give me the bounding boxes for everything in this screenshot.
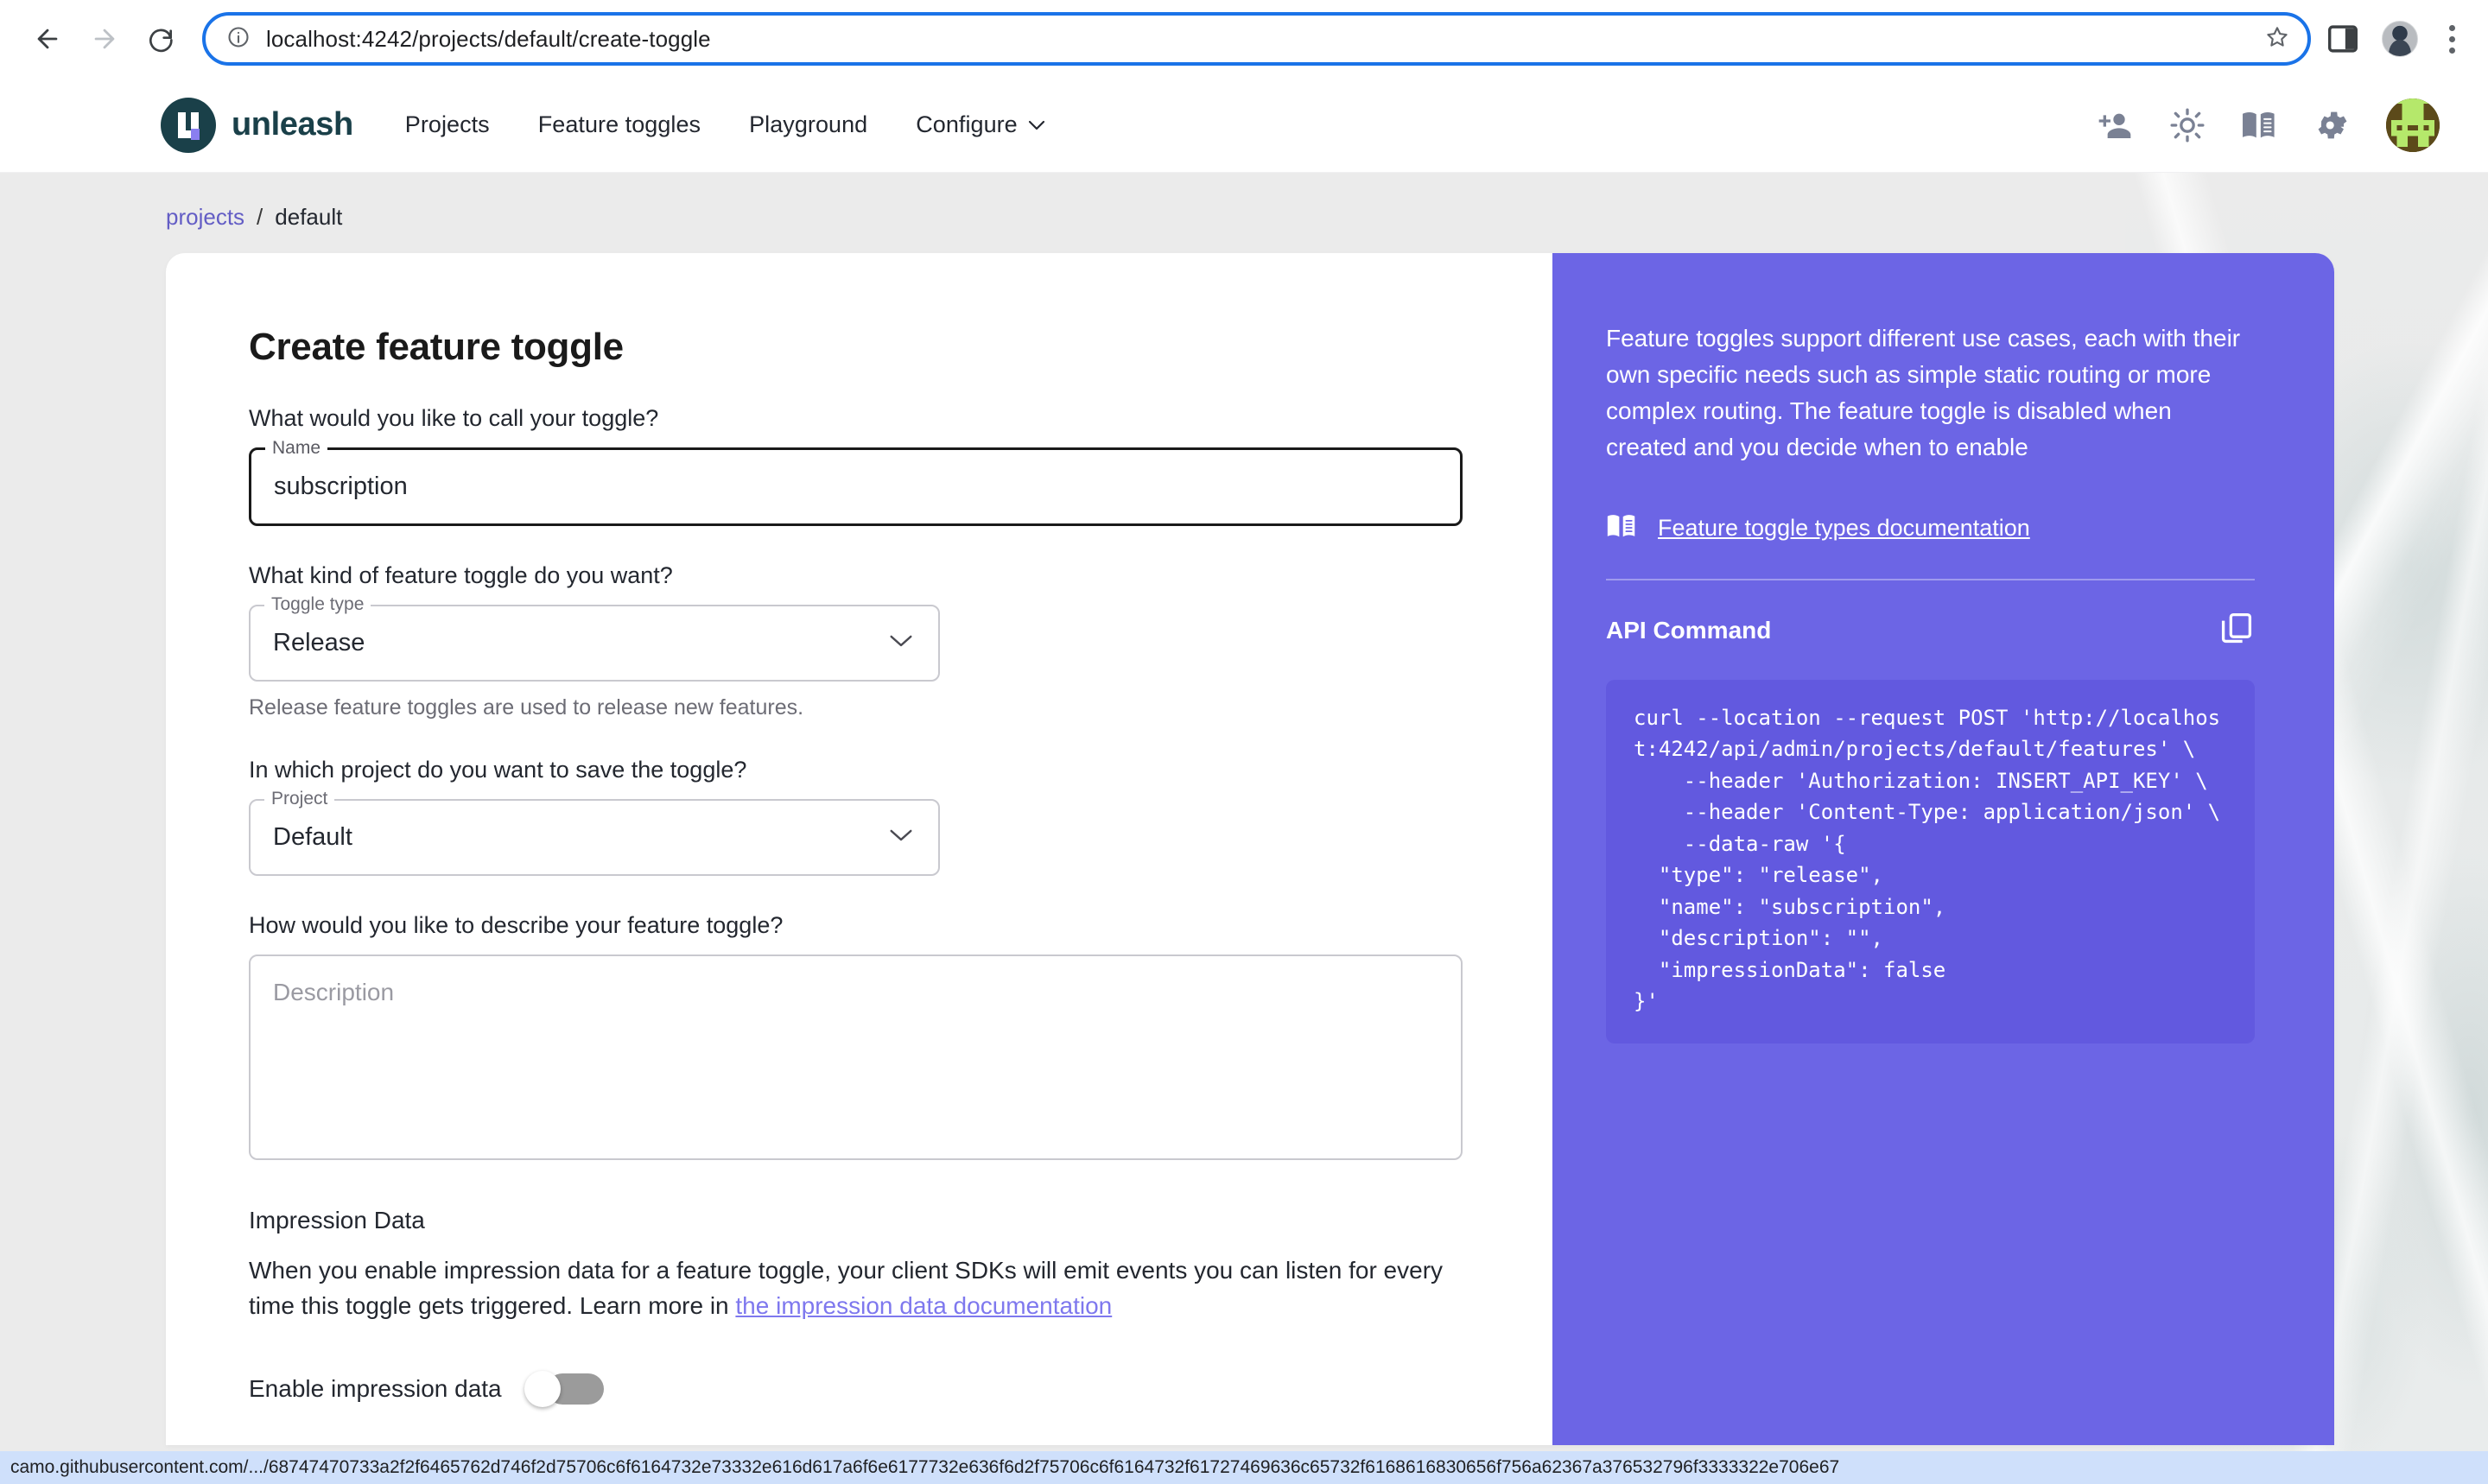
- info-side-panel: Feature toggles support different use ca…: [1552, 253, 2334, 1445]
- api-command-title: API Command: [1606, 616, 1772, 644]
- toggle-name-input[interactable]: Name subscription: [249, 439, 1463, 526]
- toggle-name-legend: Name: [265, 439, 328, 457]
- side-panel-divider: [1606, 579, 2255, 580]
- toggle-type-legend: Toggle type: [264, 595, 371, 613]
- nav-item-configure[interactable]: Configure: [916, 111, 1047, 138]
- forward-arrow-icon: [90, 24, 119, 54]
- api-command-code[interactable]: curl --location --request POST 'http://l…: [1606, 680, 2255, 1043]
- api-command-header: API Command: [1606, 610, 2255, 650]
- toggle-name-value[interactable]: subscription: [251, 450, 1460, 523]
- nav-item-playground[interactable]: Playground: [749, 111, 867, 138]
- back-button[interactable]: [19, 10, 76, 67]
- nav-item-label: Playground: [749, 111, 868, 137]
- breadcrumb-current: default: [275, 204, 343, 230]
- switch-knob: [524, 1370, 561, 1407]
- side-panel-icon[interactable]: [2328, 25, 2359, 53]
- doc-link-row[interactable]: Feature toggle types documentation: [1606, 512, 2255, 544]
- enable-impression-data-switch[interactable]: [524, 1370, 607, 1407]
- star-icon[interactable]: [2264, 24, 2290, 54]
- nav-item-feature-toggles[interactable]: Feature toggles: [538, 111, 701, 138]
- theme-toggle-icon[interactable]: [2168, 106, 2206, 144]
- url-text[interactable]: localhost:4242/projects/default/create-t…: [266, 26, 2256, 53]
- settings-gear-icon[interactable]: [2313, 106, 2352, 144]
- toggle-type-value: Release: [273, 629, 365, 656]
- feature-toggle-types-doc-link[interactable]: Feature toggle types documentation: [1658, 515, 2030, 542]
- header-actions: [2096, 98, 2440, 152]
- reload-button[interactable]: [133, 10, 190, 67]
- enable-impression-data-row: Enable impression data: [249, 1370, 1552, 1407]
- brand-name: unleash: [232, 106, 353, 143]
- project-legend: Project: [264, 790, 335, 808]
- enable-impression-data-label: Enable impression data: [249, 1374, 502, 1402]
- description-placeholder: Description: [273, 979, 395, 1005]
- status-bar: camo.githubusercontent.com/.../687474707…: [0, 1451, 2488, 1484]
- impression-data-title: Impression Data: [249, 1207, 425, 1233]
- main-navigation: Projects Feature toggles Playground Conf…: [405, 111, 1047, 138]
- chevron-down-icon: [1026, 111, 1047, 138]
- address-bar[interactable]: localhost:4242/projects/default/create-t…: [202, 12, 2311, 66]
- book-icon: [1606, 512, 1639, 544]
- content-card: Create feature toggle What would you lik…: [166, 253, 2334, 1445]
- impression-data-doc-link[interactable]: the impression data documentation: [735, 1292, 1112, 1319]
- invite-user-icon[interactable]: [2096, 106, 2134, 144]
- documentation-icon[interactable]: [2241, 106, 2279, 144]
- chevron-down-icon[interactable]: [888, 828, 914, 847]
- breadcrumb: projects / default: [0, 173, 2488, 231]
- forward-button[interactable]: [76, 10, 133, 67]
- back-arrow-icon: [33, 24, 62, 54]
- reload-icon: [148, 25, 175, 53]
- create-toggle-form: Create feature toggle What would you lik…: [166, 253, 1552, 1445]
- chevron-down-icon[interactable]: [888, 633, 914, 653]
- nav-item-projects[interactable]: Projects: [405, 111, 490, 138]
- browser-toolbar: localhost:4242/projects/default/create-t…: [0, 0, 2488, 78]
- project-question-label: In which project do you want to save the…: [249, 757, 747, 783]
- nav-item-label: Configure: [916, 111, 1018, 137]
- project-select[interactable]: Project Default: [249, 790, 940, 876]
- breadcrumb-separator: /: [257, 204, 263, 230]
- type-question-label: What kind of feature toggle do you want?: [249, 562, 673, 588]
- page-title: Create feature toggle: [249, 326, 624, 368]
- description-question-label: How would you like to describe your feat…: [249, 912, 784, 938]
- copy-icon[interactable]: [2218, 610, 2255, 650]
- toggle-type-helper-text: Release feature toggles are used to rele…: [249, 695, 804, 720]
- browser-toolbar-right: [2328, 20, 2469, 59]
- page-body: projects / default Create feature toggle…: [0, 173, 2488, 1484]
- breadcrumb-link-projects[interactable]: projects: [166, 204, 244, 231]
- side-panel-intro: Feature toggles support different use ca…: [1606, 325, 2241, 460]
- app-header: unleash Projects Feature toggles Playgro…: [0, 78, 2488, 173]
- toggle-type-select[interactable]: Toggle type Release: [249, 595, 940, 682]
- user-avatar[interactable]: [2386, 98, 2440, 152]
- description-textarea[interactable]: Description: [249, 954, 1463, 1160]
- site-info-icon[interactable]: [226, 25, 251, 54]
- project-value: Default: [273, 823, 352, 851]
- nav-item-label: Projects: [404, 111, 490, 137]
- name-question-label: What would you like to call your toggle?: [249, 405, 659, 431]
- unleash-logo-icon: [161, 97, 216, 153]
- impression-data-body: When you enable impression data for a fe…: [249, 1253, 1458, 1324]
- chrome-profile-avatar[interactable]: [2382, 21, 2418, 57]
- nav-item-label: Feature toggles: [537, 111, 701, 137]
- kebab-menu-icon[interactable]: [2440, 20, 2464, 59]
- brand-logo-link[interactable]: unleash: [161, 97, 353, 153]
